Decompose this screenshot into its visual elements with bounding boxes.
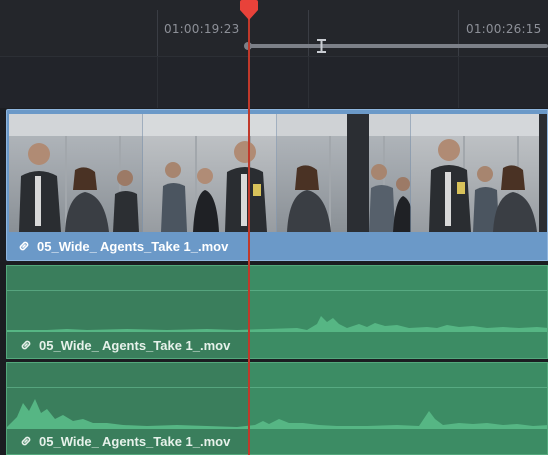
playhead-marker-icon[interactable] xyxy=(238,0,260,20)
link-icon xyxy=(21,436,31,446)
audio-track-2: 05_Wide_ Agents_Take 1_.mov xyxy=(0,359,548,455)
grid-line xyxy=(458,57,459,108)
empty-track-area xyxy=(0,57,548,108)
audio-level-line xyxy=(7,290,547,291)
ruler-tick xyxy=(458,10,459,56)
video-clip-label-row: 05_Wide_ Agents_Take 1_.mov xyxy=(7,232,547,260)
audio-clip-name: 05_Wide_ Agents_Take 1_.mov xyxy=(39,433,231,449)
grid-line xyxy=(308,57,309,108)
audio-clip-name: 05_Wide_ Agents_Take 1_.mov xyxy=(39,337,231,353)
audio-clip-2[interactable]: 05_Wide_ Agents_Take 1_.mov xyxy=(6,362,548,455)
ruler-tick xyxy=(157,10,158,56)
ruler-tick xyxy=(308,10,309,56)
link-icon xyxy=(19,241,29,251)
link-icon xyxy=(21,340,31,350)
ruler-timecode: 01:00:19:23 xyxy=(164,22,240,36)
range-bar[interactable] xyxy=(249,44,548,48)
audio-level-line xyxy=(7,387,547,388)
audio-waveform xyxy=(7,399,547,429)
ibeam-handle-icon[interactable] xyxy=(316,39,327,53)
grid-line xyxy=(157,57,158,108)
ruler-timecode: 01:00:26:15 xyxy=(466,22,542,36)
video-clip-name: 05_Wide_ Agents_Take 1_.mov xyxy=(37,238,229,254)
audio-clip-1[interactable]: 05_Wide_ Agents_Take 1_.mov xyxy=(6,265,548,359)
playhead-line[interactable] xyxy=(248,10,250,455)
audio-waveform xyxy=(7,316,547,332)
audio-clip-label-row: 05_Wide_ Agents_Take 1_.mov xyxy=(7,428,547,454)
timeline-ruler[interactable]: 01:00:19:23 01:00:26:15 xyxy=(0,0,548,57)
timeline-panel: 01:00:19:23 01:00:26:15 05_Wide_ Agents_… xyxy=(0,0,548,455)
video-thumbnails xyxy=(9,114,547,232)
audio-clip-label-row: 05_Wide_ Agents_Take 1_.mov xyxy=(7,332,547,358)
audio-track-1: 05_Wide_ Agents_Take 1_.mov xyxy=(0,262,548,359)
video-clip[interactable]: 05_Wide_ Agents_Take 1_.mov xyxy=(6,109,548,261)
